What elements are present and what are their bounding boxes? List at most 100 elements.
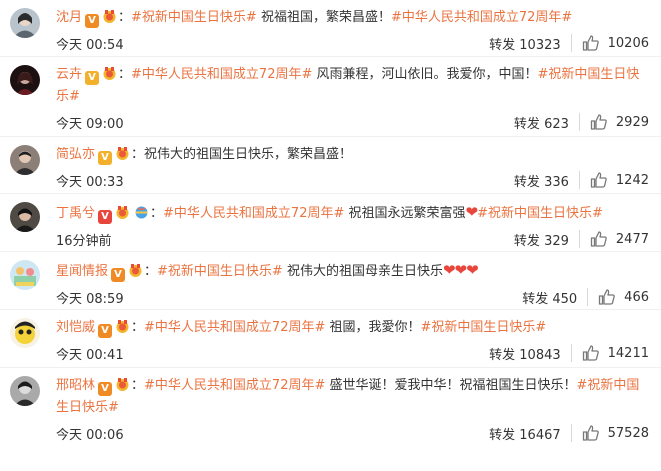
medal-icon: [103, 10, 116, 23]
repost-count: 10323: [519, 37, 561, 53]
repost-label: 转发: [513, 233, 540, 249]
username-link[interactable]: 刘恺威: [56, 320, 95, 335]
medal-icon: [116, 147, 129, 160]
divider: [578, 230, 580, 248]
repost-count: 16467: [519, 427, 561, 443]
v-badge-icon: V: [98, 210, 113, 224]
avatar[interactable]: [10, 202, 40, 232]
username-link[interactable]: 星闻情报: [56, 264, 108, 279]
post-text: 丁禹兮 V ：#中华人民共和国成立72周年# 祝祖国永远繁荣富强❤#祝新中国生日快乐…: [56, 203, 603, 224]
repost-button[interactable]: 转发 16467: [489, 424, 561, 443]
divider: [587, 288, 589, 306]
like-button[interactable]: 2929: [590, 113, 649, 131]
topic-link[interactable]: #祝新中国生日快乐#: [421, 320, 547, 335]
avatar[interactable]: [10, 318, 40, 348]
post-body-text: 盛世华诞！爱我中华！祝福祖国生日快乐！: [325, 378, 577, 393]
avatar[interactable]: [10, 65, 40, 95]
heart-icon: ❤: [465, 203, 479, 221]
repost-button[interactable]: 转发 336: [514, 171, 569, 190]
post-text: 简弘亦 V ：祝伟大的祖国生日快乐，繁荣昌盛！: [56, 147, 353, 165]
thumb-up-icon: [599, 289, 615, 305]
repost-count: 623: [544, 116, 569, 132]
post-text: 邢昭林 V ：#中华人民共和国成立72周年# 盛世华诞！爱我中华！祝福祖国生日快乐！…: [56, 378, 640, 415]
heart-icon: ❤❤❤: [442, 261, 479, 279]
avatar[interactable]: [10, 8, 40, 38]
v-badge-icon: V: [85, 71, 100, 85]
topic-link[interactable]: #祝新中国生日快乐#: [477, 206, 603, 221]
v-badge-icon: V: [98, 382, 113, 396]
repost-button[interactable]: 转发 10843: [489, 344, 561, 363]
post-feed: 沈月 V ：#祝新中国生日快乐# 祝福祖国，繁荣昌盛！#中华人民共和国成立72周年#…: [0, 0, 661, 450]
post-meta: 今天 00:33 转发 336 1242: [56, 168, 649, 192]
topic-link[interactable]: #祝新中国生日快乐#: [131, 10, 257, 25]
like-button[interactable]: 10206: [582, 34, 649, 52]
username-link[interactable]: 丁禹兮: [56, 206, 95, 221]
post-body-text: 风雨兼程，河山依旧。我爱你，中国！: [312, 67, 538, 82]
topic-link[interactable]: #中华人民共和国成立72周年#: [163, 206, 344, 221]
thumb-up-icon: [582, 345, 599, 361]
post-meta: 今天 00:06 转发 16467 57528: [56, 421, 649, 445]
thumb-up-icon: [582, 425, 599, 441]
medal-icon: [103, 67, 116, 80]
repost-label: 转发: [489, 427, 516, 443]
repost-button[interactable]: 转发 10323: [489, 34, 561, 53]
medal-icon: [116, 320, 129, 333]
medal-icon: [116, 206, 129, 219]
repost-button[interactable]: 转发 450: [522, 288, 577, 307]
topic-link[interactable]: #中华人民共和国成立72周年#: [391, 10, 572, 25]
topic-link[interactable]: #中华人民共和国成立72周年#: [131, 67, 312, 82]
post-text: 刘恺威 V ：#中华人民共和国成立72周年# 祖國，我愛你！#祝新中国生日快乐#: [56, 320, 547, 338]
repost-count: 336: [544, 174, 569, 190]
post-item: 丁禹兮 V ：#中华人民共和国成立72周年# 祝祖国永远繁荣富强❤#祝新中国生日快乐…: [0, 194, 661, 252]
like-count: 2929: [615, 114, 649, 130]
post-meta: 今天 08:59 转发 450 466: [56, 285, 649, 309]
divider: [570, 34, 572, 52]
repost-button[interactable]: 转发 623: [514, 113, 569, 132]
post-time: 今天 00:33: [56, 174, 124, 190]
like-button[interactable]: 14211: [582, 344, 649, 362]
avatar[interactable]: [10, 376, 40, 406]
repost-label: 转发: [522, 291, 549, 307]
divider: [578, 171, 580, 189]
avatar[interactable]: [10, 260, 40, 290]
username-link[interactable]: 邢昭林: [56, 378, 95, 393]
like-count: 10206: [607, 35, 649, 51]
like-button[interactable]: 1242: [590, 171, 649, 189]
like-count: 57528: [607, 425, 649, 441]
like-count: 14211: [607, 345, 649, 361]
like-button[interactable]: 466: [598, 288, 649, 306]
repost-button[interactable]: 转发 329: [514, 230, 569, 249]
v-badge-icon: V: [98, 324, 113, 338]
divider: [570, 344, 572, 362]
post-time: 今天 00:54: [56, 37, 124, 53]
post-time: 16分钟前: [56, 233, 112, 249]
post-time: 今天 00:41: [56, 347, 124, 363]
medal-icon: [129, 264, 142, 277]
username-link[interactable]: 沈月: [56, 10, 82, 25]
repost-label: 转发: [489, 347, 516, 363]
post-meta: 今天 09:00 转发 623 2929: [56, 110, 649, 134]
post-body-text: 祝伟大的祖国母亲生日快乐: [282, 264, 443, 279]
username-link[interactable]: 云卉: [56, 67, 82, 82]
post-item: 星闻情报 V ：#祝新中国生日快乐# 祝伟大的祖国母亲生日快乐❤❤❤ 今天 08:5…: [0, 252, 661, 310]
topic-link[interactable]: #中华人民共和国成立72周年#: [144, 320, 325, 335]
post-item: 简弘亦 V ：祝伟大的祖国生日快乐，繁荣昌盛！ 今天 00:33 转发 336 12…: [0, 137, 661, 194]
post-item: 沈月 V ：#祝新中国生日快乐# 祝福祖国，繁荣昌盛！#中华人民共和国成立72周年#…: [0, 0, 661, 57]
repost-label: 转发: [513, 116, 540, 132]
avatar[interactable]: [10, 145, 40, 175]
like-button[interactable]: 2477: [590, 230, 649, 248]
thumb-up-icon: [582, 35, 599, 51]
thumb-up-icon: [590, 172, 607, 188]
topic-link[interactable]: #祝新中国生日快乐#: [157, 264, 283, 279]
post-time: 今天 09:00: [56, 116, 124, 132]
repost-count: 10843: [519, 347, 561, 363]
repost-label: 转发: [513, 174, 540, 190]
like-button[interactable]: 57528: [582, 424, 649, 442]
post-time: 今天 00:06: [56, 427, 124, 443]
username-link[interactable]: 简弘亦: [56, 147, 95, 162]
repost-count: 329: [544, 233, 569, 249]
topic-link[interactable]: #中华人民共和国成立72周年#: [144, 378, 325, 393]
post-body-text: 祝福祖国，繁荣昌盛！: [256, 10, 391, 25]
post-body-text: 祝祖国永远繁荣富强: [344, 206, 466, 221]
post-text: 星闻情报 V ：#祝新中国生日快乐# 祝伟大的祖国母亲生日快乐❤❤❤: [56, 261, 479, 282]
